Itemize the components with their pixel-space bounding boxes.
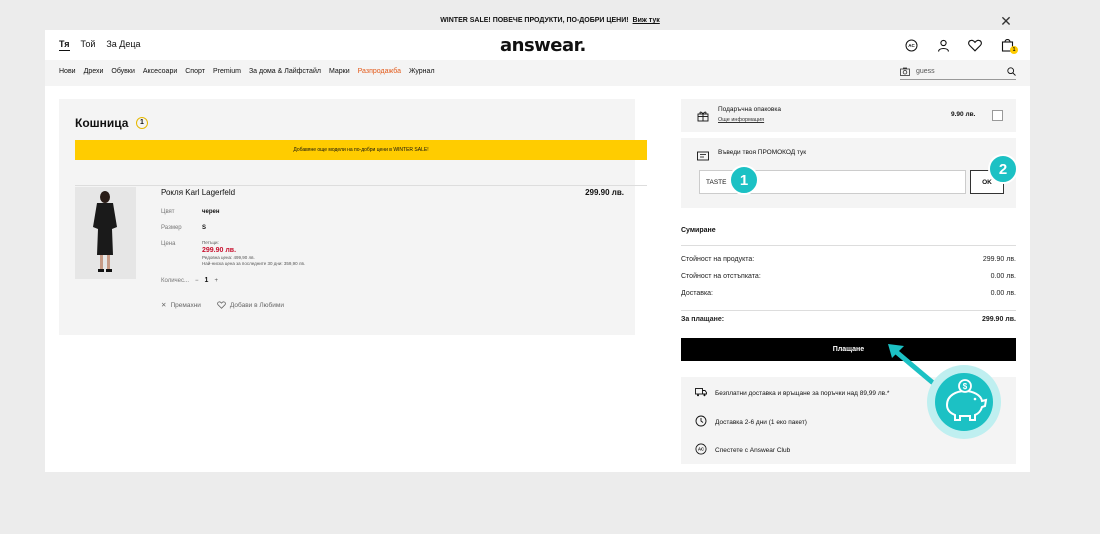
ticket-icon bbox=[697, 148, 709, 166]
row-label: Стойност на продукта: bbox=[681, 256, 755, 263]
cart-panel: Кошница 1 Добавяне още модели на по-добр… bbox=[59, 99, 647, 335]
cart-count-badge: 1 bbox=[136, 117, 148, 129]
summary-row-product: Стойност на продукта: 299.90 лв. bbox=[681, 256, 1016, 263]
size-label: Размер bbox=[161, 225, 182, 231]
pay-button[interactable]: Плащане bbox=[681, 338, 1016, 361]
main-nav: Нови Дрехи Обувки Аксесоари Спорт Premiu… bbox=[45, 60, 1030, 86]
summary-title: Сумиране bbox=[681, 227, 716, 234]
qty-value: 1 bbox=[204, 277, 209, 284]
product-image[interactable] bbox=[75, 187, 136, 279]
nav-item-journal[interactable]: Журнал bbox=[409, 68, 435, 75]
camera-icon[interactable] bbox=[900, 67, 910, 78]
qty-label: Количес... bbox=[161, 277, 190, 284]
product-price: 299.90 лв. bbox=[585, 188, 624, 197]
gift-more-link[interactable]: Още информация bbox=[718, 117, 764, 123]
benefit-delivery-time: Доставка 2-6 дни (1 еко пакет) bbox=[695, 415, 807, 429]
gift-title: Подаръчна опаковка bbox=[718, 106, 781, 113]
product-name[interactable]: Рокля Karl Lagerfeld bbox=[161, 188, 235, 197]
total-label: За плащане: bbox=[681, 316, 725, 323]
gender-tabs: Тя Той За Деца bbox=[59, 39, 141, 51]
answear-club-icon[interactable]: AC bbox=[902, 36, 920, 54]
add-to-favorites-button[interactable]: Добави в Любими bbox=[217, 301, 284, 309]
color-value: черен bbox=[202, 209, 220, 215]
row-label: Доставка: bbox=[681, 290, 714, 297]
summary-row-delivery: Доставка: 0.00 лв. bbox=[681, 290, 1016, 297]
nav-item-premium[interactable]: Premium bbox=[213, 68, 241, 75]
search-icon[interactable] bbox=[1007, 67, 1016, 78]
heart-icon bbox=[217, 301, 226, 309]
topbar: Тя Той За Деца answear. AC 1 bbox=[45, 30, 1030, 60]
nav-item-accessories[interactable]: Аксесоари bbox=[143, 68, 177, 75]
row-value: 299.90 лв. bbox=[982, 256, 1016, 263]
piggy-bank-icon: $ bbox=[927, 365, 1001, 439]
answear-club-icon: AC bbox=[695, 443, 707, 457]
lowest-price: Най-ниска цена за последните 30 дни: 359… bbox=[202, 261, 306, 266]
svg-text:AC: AC bbox=[908, 43, 915, 48]
gift-wrap-row: Подаръчна опаковка Още информация 9.90 л… bbox=[681, 99, 1016, 132]
remove-button[interactable]: ✕ Премахни bbox=[161, 301, 201, 310]
gift-icon bbox=[697, 109, 709, 127]
divider bbox=[75, 185, 647, 186]
bag-icon[interactable]: 1 bbox=[998, 36, 1018, 54]
divider bbox=[681, 310, 1016, 311]
search-box[interactable]: guess bbox=[900, 64, 1016, 80]
divider bbox=[681, 245, 1016, 246]
svg-text:$: $ bbox=[963, 382, 968, 391]
sale-promo-bar[interactable]: Добавяне още модели на по-добри цени в W… bbox=[75, 140, 647, 160]
nav-item-brands[interactable]: Марки bbox=[329, 68, 350, 75]
svg-text:AC: AC bbox=[698, 447, 704, 452]
tab-she[interactable]: Тя bbox=[59, 39, 70, 51]
nav-item-clothes[interactable]: Дрехи bbox=[84, 68, 104, 75]
tab-kids[interactable]: За Деца bbox=[106, 39, 140, 51]
promo-label: Въведи твоя ПРОМОКОД тук bbox=[718, 149, 807, 156]
row-label: Стойност на отстъпката: bbox=[681, 273, 761, 280]
row-value: 0.00 лв. bbox=[990, 273, 1016, 280]
nav-item-new[interactable]: Нови bbox=[59, 68, 76, 75]
remove-label: Премахни bbox=[170, 301, 201, 309]
row-value: 0.00 лв. bbox=[990, 290, 1016, 297]
nav-item-home[interactable]: За дома & Лайфстайл bbox=[249, 68, 321, 75]
close-icon: ✕ bbox=[161, 302, 167, 309]
price-details: Петъци: 299.90 лв. Редовна цена: 499,90 … bbox=[202, 240, 305, 267]
summary-total: За плащане: 299.90 лв. bbox=[681, 316, 1016, 323]
truck-icon bbox=[695, 387, 707, 399]
nav-item-sale[interactable]: Разпродажба bbox=[358, 68, 401, 75]
tab-he[interactable]: Той bbox=[81, 39, 96, 51]
search-input[interactable]: guess bbox=[916, 68, 935, 75]
pointer-arrow-icon bbox=[888, 344, 935, 385]
clock-icon bbox=[695, 415, 707, 429]
step-marker-2: 2 bbox=[988, 154, 1018, 184]
benefit-text: Доставка 2-6 дни (1 еко пакет) bbox=[715, 418, 807, 426]
current-price: 299.90 лв. bbox=[202, 247, 237, 254]
benefit-text: Спестете с Answear Club bbox=[715, 446, 791, 454]
bag-count-badge: 1 bbox=[1010, 46, 1018, 54]
logo[interactable]: answear. bbox=[500, 35, 586, 56]
quantity-stepper: Количес... − 1 + bbox=[161, 277, 218, 284]
benefit-free-delivery: Безплатни доставка и връщане за поръчки … bbox=[695, 387, 889, 399]
banner-text: WINTER SALE! ПОВЕЧЕ ПРОДУКТИ, ПО-ДОБРИ Ц… bbox=[440, 17, 629, 24]
heart-icon[interactable] bbox=[966, 36, 984, 54]
gift-checkbox[interactable] bbox=[992, 110, 1003, 121]
color-label: Цвят bbox=[161, 209, 175, 215]
step-marker-1: 1 bbox=[729, 165, 759, 195]
cart-title: Кошница bbox=[75, 116, 129, 130]
banner-link[interactable]: Виж тук bbox=[633, 17, 660, 24]
benefit-answear-club: AC Спестете с Answear Club bbox=[695, 443, 790, 457]
page: Тя Той За Деца answear. AC 1 Нови Дрехи bbox=[45, 30, 1030, 472]
nav-item-sport[interactable]: Спорт bbox=[185, 68, 205, 75]
price-label: Цена bbox=[161, 241, 176, 247]
qty-minus-button[interactable]: − bbox=[195, 278, 199, 284]
close-icon[interactable]: ✕ bbox=[997, 12, 1015, 30]
summary-row-discount: Стойност на отстъпката: 0.00 лв. bbox=[681, 273, 1016, 280]
total-value: 299.90 лв. bbox=[981, 316, 1016, 323]
promo-banner: WINTER SALE! ПОВЕЧЕ ПРОДУКТИ, ПО-ДОБРИ Ц… bbox=[0, 12, 1100, 30]
benefit-text: Безплатни доставка и връщане за поръчки … bbox=[715, 389, 890, 397]
favorites-label: Добави в Любими bbox=[229, 301, 284, 309]
gift-price: 9.90 лв. bbox=[951, 111, 976, 118]
qty-plus-button[interactable]: + bbox=[214, 278, 218, 284]
size-value: S bbox=[202, 225, 207, 231]
user-icon[interactable] bbox=[934, 36, 952, 54]
nav-item-shoes[interactable]: Обувки bbox=[111, 68, 135, 75]
